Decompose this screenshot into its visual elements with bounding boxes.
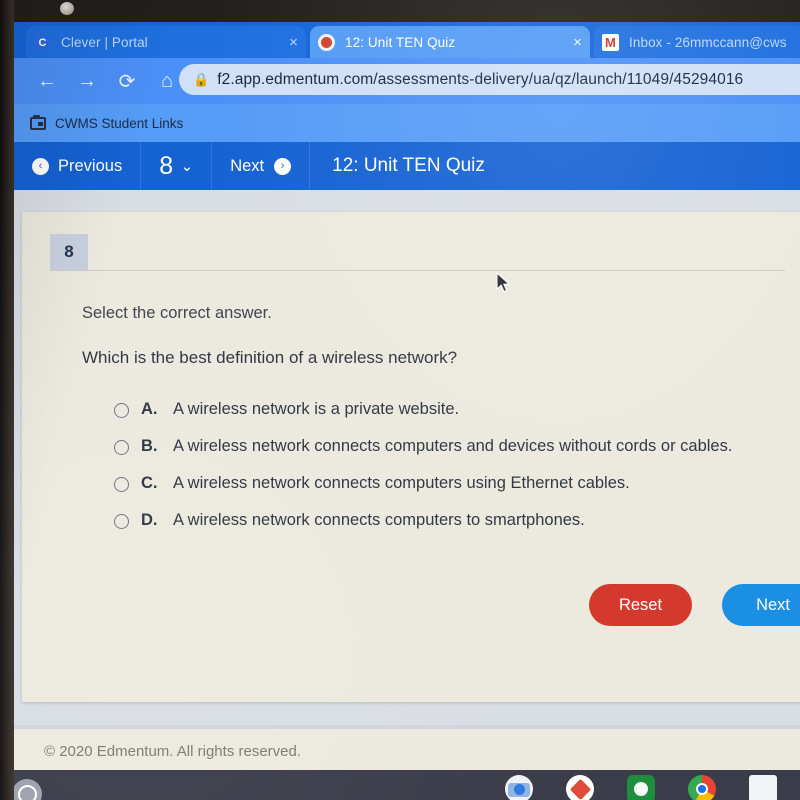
choice-text: A wireless network connects computers to…	[173, 511, 585, 529]
question-card: 8 Select the correct answer. Which is th…	[22, 212, 800, 702]
next-label: Next	[230, 156, 265, 175]
reload-icon[interactable]: ⟳	[110, 64, 144, 98]
bookmark-cwms-student-links[interactable]: CWMS Student Links	[30, 114, 184, 131]
tab-title: 12: Unit TEN Quiz	[345, 35, 456, 50]
question-number-dropdown[interactable]: 8 ⌄	[141, 142, 213, 190]
arrow-right-icon: ›	[274, 157, 292, 175]
arrow-left-icon: ‹	[32, 157, 49, 175]
divider	[50, 270, 785, 271]
browser-tab-unit-ten-quiz[interactable]: 12: Unit TEN Quiz ×	[310, 26, 590, 59]
quiz-title: 12: Unit TEN Quiz	[332, 155, 485, 176]
choice-letter: C.	[141, 474, 158, 492]
bookmarks-bar: CWMS Student Links	[14, 104, 800, 142]
google-classroom-icon[interactable]	[627, 775, 655, 800]
screen-recorder-icon[interactable]	[566, 775, 594, 800]
browser-tab-inbox[interactable]: M Inbox - 26mmccann@cws	[594, 26, 800, 59]
question-number-badge: 8	[50, 234, 88, 270]
radio-button[interactable]	[114, 440, 129, 455]
edmentum-icon	[318, 34, 335, 51]
answer-choice-c[interactable]: C. A wireless network connects computers…	[114, 474, 800, 493]
current-question-number: 8	[159, 151, 174, 180]
address-bar-url: f2.app.edmentum.com/assessments-delivery…	[217, 70, 744, 88]
tab-title: Inbox - 26mmccann@cws	[629, 35, 787, 50]
choice-letter: A.	[141, 400, 158, 418]
webcam-icon	[60, 2, 74, 15]
next-question-button[interactable]: Next ›	[212, 142, 311, 190]
tab-title: Clever | Portal	[61, 35, 148, 50]
previous-question-button[interactable]: ‹ Previous	[14, 142, 142, 190]
radio-button[interactable]	[114, 403, 129, 418]
quiz-page-background: 8 Select the correct answer. Which is th…	[14, 190, 800, 725]
answer-choices: A. A wireless network is a private websi…	[114, 400, 800, 548]
question-actions: Reset Next	[588, 584, 800, 626]
browser-tabstrip: C Clever | Portal × 12: Unit TEN Quiz × …	[14, 22, 800, 59]
lock-icon: 🔒	[193, 71, 210, 87]
radio-button[interactable]	[114, 477, 129, 492]
chrome-icon[interactable]	[688, 775, 716, 800]
next-button[interactable]: Next	[722, 584, 800, 626]
browser-toolbar: ← → ⟳ ⌂ 🔒 f2.app.edmentum.com/assessment…	[14, 58, 800, 104]
folder-icon	[30, 114, 46, 130]
close-icon[interactable]: ×	[289, 34, 298, 51]
question-instruction: Select the correct answer.	[82, 304, 272, 322]
page-footer: © 2020 Edmentum. All rights reserved.	[14, 725, 800, 774]
browser-tab-clever[interactable]: C Clever | Portal ×	[26, 26, 306, 59]
choice-letter: D.	[141, 511, 158, 529]
browser-chrome: C Clever | Portal × 12: Unit TEN Quiz × …	[14, 22, 800, 142]
choice-text: A wireless network is a private website.	[173, 400, 460, 418]
screenshot-root: C Clever | Portal × 12: Unit TEN Quiz × …	[0, 0, 800, 800]
mouse-cursor-icon	[496, 272, 511, 293]
gmail-icon: M	[602, 34, 619, 51]
address-bar[interactable]: 🔒 f2.app.edmentum.com/assessments-delive…	[179, 64, 800, 95]
camera-icon[interactable]	[505, 775, 533, 800]
quiz-navigation-bar: ‹ Previous 8 ⌄ Next › 12: Unit TEN Quiz	[14, 142, 800, 190]
choice-letter: B.	[141, 437, 158, 455]
radio-button[interactable]	[114, 514, 129, 529]
question-prompt: Which is the best definition of a wirele…	[82, 348, 458, 367]
copyright-text: © 2020 Edmentum. All rights reserved.	[44, 743, 302, 760]
answer-choice-a[interactable]: A. A wireless network is a private websi…	[114, 400, 800, 419]
shelf-icons	[505, 775, 777, 800]
sheets-icon[interactable]	[749, 775, 777, 800]
chevron-down-icon: ⌄	[180, 158, 194, 175]
choice-text: A wireless network connects computers us…	[173, 474, 630, 492]
laptop-bezel-top	[0, 0, 800, 22]
choice-text: A wireless network connects computers an…	[173, 437, 733, 455]
back-icon[interactable]: ←	[30, 64, 64, 98]
bookmark-label: CWMS Student Links	[55, 115, 184, 131]
answer-choice-d[interactable]: D. A wireless network connects computers…	[114, 511, 800, 530]
clever-icon: C	[34, 34, 51, 51]
reset-button[interactable]: Reset	[588, 584, 693, 626]
forward-icon[interactable]: →	[70, 64, 104, 98]
laptop-bezel-left	[0, 0, 14, 800]
close-icon[interactable]: ×	[573, 34, 582, 51]
previous-label: Previous	[58, 156, 123, 175]
answer-choice-b[interactable]: B. A wireless network connects computers…	[114, 437, 800, 456]
